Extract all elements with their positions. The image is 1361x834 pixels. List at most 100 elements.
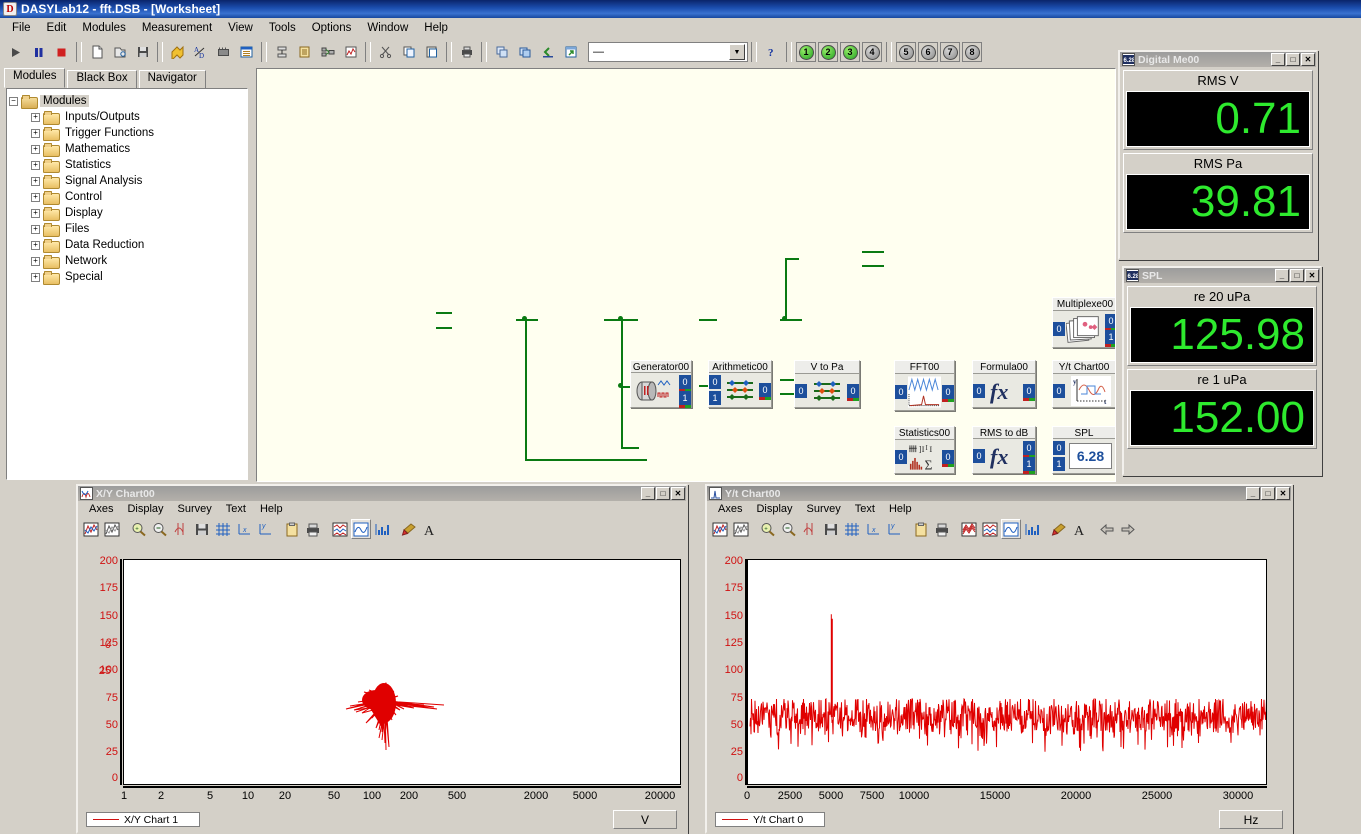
menu-modules[interactable]: Modules bbox=[74, 20, 133, 36]
tree-item-trigger-functions[interactable]: + Trigger Functions bbox=[9, 125, 245, 141]
sheet-button-4[interactable]: 4 bbox=[862, 42, 882, 62]
expand-icon[interactable]: + bbox=[31, 257, 40, 266]
start-button[interactable] bbox=[5, 42, 26, 63]
print-button[interactable] bbox=[456, 42, 477, 63]
help-button[interactable]: ? bbox=[761, 42, 782, 63]
expand-icon[interactable]: + bbox=[31, 129, 40, 138]
cut-button[interactable] bbox=[375, 42, 396, 63]
grid-button[interactable] bbox=[213, 519, 233, 539]
yt-chart-plot-area[interactable]: 200 175 150 125 100 75 50 25 0 0 2500 50… bbox=[707, 560, 1291, 832]
output-port[interactable]: 0 bbox=[1105, 314, 1116, 328]
save-button[interactable] bbox=[192, 519, 212, 539]
module-spl[interactable]: SPL 0 1 6.28 bbox=[1052, 426, 1116, 474]
bar-chart-button[interactable] bbox=[1022, 519, 1042, 539]
input-port[interactable]: 0 bbox=[895, 385, 907, 399]
window-titlebar[interactable]: 6.28 Digital Me00 _ □ ✕ bbox=[1120, 52, 1316, 67]
single-curve-button[interactable] bbox=[351, 519, 371, 539]
menu-display[interactable]: Display bbox=[120, 503, 170, 515]
copy-button[interactable] bbox=[398, 42, 419, 63]
menu-window[interactable]: Window bbox=[359, 20, 416, 36]
menu-help[interactable]: Help bbox=[416, 20, 456, 36]
black-box-button[interactable] bbox=[317, 42, 338, 63]
paint-brush-button[interactable] bbox=[399, 519, 419, 539]
expand-icon[interactable]: + bbox=[31, 209, 40, 218]
maximize-button[interactable]: □ bbox=[1261, 487, 1275, 500]
zoom-out-button[interactable] bbox=[779, 519, 799, 539]
save-worksheet-button[interactable] bbox=[132, 42, 153, 63]
yt-plot-canvas[interactable] bbox=[747, 559, 1267, 785]
xy-unit-box[interactable]: V bbox=[613, 810, 677, 829]
hardware-setup-button[interactable] bbox=[213, 42, 234, 63]
cursor-curve-button[interactable] bbox=[800, 519, 820, 539]
arrange-icons-button[interactable] bbox=[537, 42, 558, 63]
zoom-in-button[interactable]: + bbox=[129, 519, 149, 539]
sheet-button-1[interactable]: 1 bbox=[796, 42, 816, 62]
tree-item-network[interactable]: + Network bbox=[9, 253, 245, 269]
minimize-button[interactable]: _ bbox=[1246, 487, 1260, 500]
x-axis-button[interactable]: x bbox=[234, 519, 254, 539]
input-port[interactable]: 0 bbox=[1053, 441, 1065, 455]
print-button[interactable] bbox=[303, 519, 323, 539]
expand-icon[interactable]: + bbox=[31, 273, 40, 282]
input-port[interactable]: 0 bbox=[973, 449, 985, 463]
stop-button[interactable] bbox=[51, 42, 72, 63]
colors-button[interactable] bbox=[81, 519, 101, 539]
waterfall-button[interactable] bbox=[959, 519, 979, 539]
window-titlebar[interactable]: Y/t Chart00 _ □ ✕ bbox=[707, 486, 1291, 501]
x-axis-button[interactable]: x bbox=[863, 519, 883, 539]
sheet-button-7[interactable]: 7 bbox=[940, 42, 960, 62]
bar-chart-button[interactable] bbox=[372, 519, 392, 539]
colors-button[interactable] bbox=[710, 519, 730, 539]
yt-unit-box[interactable]: Hz bbox=[1219, 810, 1283, 829]
output-port[interactable]: 0 bbox=[942, 385, 954, 399]
scroll-right-button[interactable] bbox=[1118, 519, 1138, 539]
scroll-left-button[interactable] bbox=[1097, 519, 1117, 539]
tree-item-inputs-outputs[interactable]: + Inputs/Outputs bbox=[9, 109, 245, 125]
expand-icon[interactable]: + bbox=[31, 193, 40, 202]
cascade-windows-button[interactable] bbox=[514, 42, 535, 63]
minimize-button[interactable]: _ bbox=[1275, 269, 1289, 282]
input-port[interactable]: 1 bbox=[1053, 457, 1065, 471]
paint-brush-button[interactable] bbox=[1049, 519, 1069, 539]
clipboard-button[interactable] bbox=[282, 519, 302, 539]
menu-survey[interactable]: Survey bbox=[800, 503, 848, 515]
chart-button[interactable] bbox=[340, 42, 361, 63]
module-tree[interactable]: − Modules + Inputs/Outputs + Trigger Fun… bbox=[6, 88, 248, 480]
input-port[interactable]: 1 bbox=[709, 391, 721, 405]
tree-root-modules[interactable]: − Modules bbox=[9, 93, 245, 109]
menu-text[interactable]: Text bbox=[848, 503, 882, 515]
module-statistics[interactable]: Statistics00 0 ]I I I bbox=[894, 426, 955, 474]
expand-icon[interactable]: + bbox=[31, 113, 40, 122]
output-port[interactable]: 0 bbox=[1023, 384, 1035, 398]
expand-icon[interactable]: + bbox=[31, 145, 40, 154]
tab-black-box[interactable]: Black Box bbox=[67, 70, 136, 88]
zoom-out-button[interactable] bbox=[150, 519, 170, 539]
minimize-button[interactable]: _ bbox=[1271, 53, 1285, 66]
module-selector-combo[interactable]: — ▼ bbox=[588, 42, 748, 62]
module-multiplexer[interactable]: Multiplexe00 0 0 1 bbox=[1052, 297, 1116, 348]
module-arithmetic[interactable]: Arithmetic00 0 1 0 bbox=[708, 360, 772, 408]
input-port[interactable]: 0 bbox=[795, 384, 807, 398]
xy-chart-plot-area[interactable]: 0 25 200 175 150 125 100 75 bbox=[78, 560, 686, 832]
menu-help[interactable]: Help bbox=[882, 503, 919, 515]
menu-help[interactable]: Help bbox=[253, 503, 290, 515]
y-axis-button[interactable]: y bbox=[884, 519, 904, 539]
tree-item-files[interactable]: + Files bbox=[9, 221, 245, 237]
output-port[interactable]: 1 bbox=[1023, 457, 1035, 471]
module-rms-to-db[interactable]: RMS to dB 0 fx 0 1 bbox=[972, 426, 1036, 474]
save-button[interactable] bbox=[821, 519, 841, 539]
align-button[interactable] bbox=[271, 42, 292, 63]
input-port[interactable]: 0 bbox=[895, 450, 907, 464]
sheet-button-6[interactable]: 6 bbox=[918, 42, 938, 62]
tree-item-display[interactable]: + Display bbox=[9, 205, 245, 221]
new-worksheet-button[interactable] bbox=[86, 42, 107, 63]
tree-item-mathematics[interactable]: + Mathematics bbox=[9, 141, 245, 157]
module-formula[interactable]: Formula00 0 fx 0 bbox=[972, 360, 1036, 408]
window-titlebar[interactable]: 6.28 SPL _ □ ✕ bbox=[1124, 268, 1320, 283]
output-port[interactable]: 0 bbox=[1023, 441, 1035, 455]
module-yt-chart[interactable]: Y/t Chart00 0 y t bbox=[1052, 360, 1116, 408]
menu-axes[interactable]: Axes bbox=[82, 503, 120, 515]
menu-measurement[interactable]: Measurement bbox=[134, 20, 220, 36]
close-button[interactable]: ✕ bbox=[671, 487, 685, 500]
tab-modules[interactable]: Modules bbox=[4, 68, 65, 88]
